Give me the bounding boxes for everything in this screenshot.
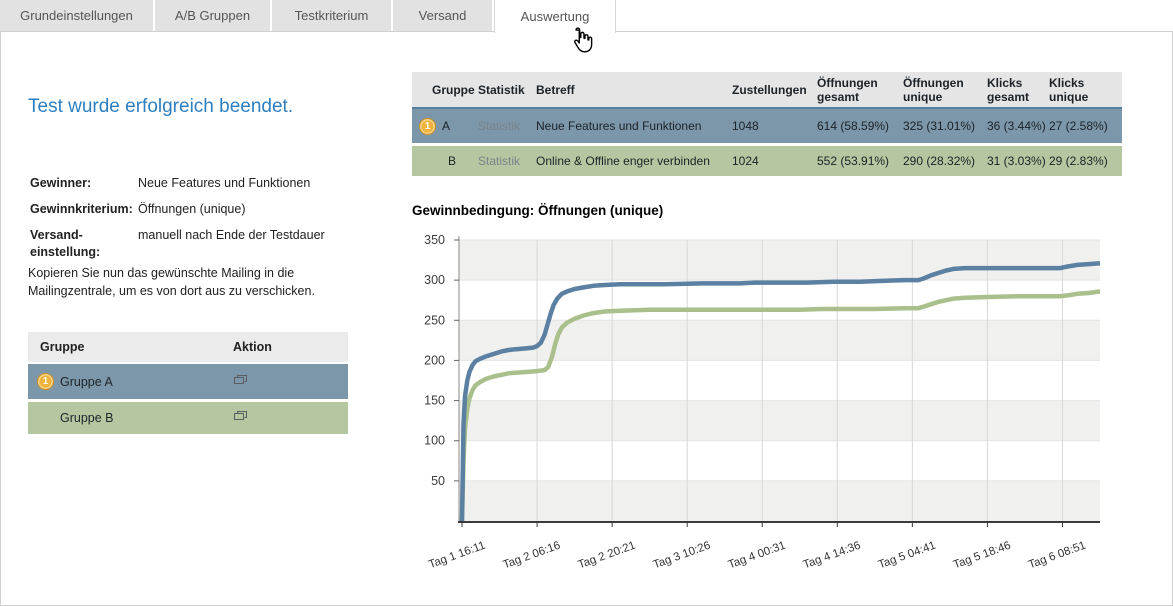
group-name: Gruppe A — [28, 375, 233, 389]
success-message: Test wurde erfolgreich beendet. — [28, 96, 293, 118]
column-header-gruppe: Gruppe — [412, 83, 478, 97]
svg-text:Tag 4 00:31: Tag 4 00:31 — [727, 540, 788, 572]
klicks-unique-cell: 27 (2.58%) — [1049, 119, 1122, 133]
zustellungen-cell: 1024 — [732, 154, 817, 168]
results-table: Gruppe Statistik Betreff Zustellungen Öf… — [412, 72, 1122, 179]
info-row-gewinnkriterium: Gewinnkriterium: Öffnungen (unique) — [30, 201, 352, 218]
oeffnungen-gesamt-cell: 552 (53.91%) — [817, 154, 903, 168]
klicks-unique-cell: 29 (2.83%) — [1049, 154, 1122, 168]
info-label: Gewinnkriterium: — [30, 201, 138, 218]
gruppe-cell: 1 A — [412, 118, 478, 135]
results-table-header: Gruppe Statistik Betreff Zustellungen Öf… — [412, 72, 1122, 109]
tab-ab-gruppen[interactable]: A/B Gruppen — [155, 0, 272, 31]
svg-text:50: 50 — [431, 474, 445, 488]
column-header-betreff: Betreff — [536, 83, 732, 97]
svg-text:Tag 2 06:16: Tag 2 06:16 — [501, 540, 562, 572]
info-label: Versand-einstellung: — [30, 227, 138, 261]
betreff-cell: Online & Offline enger verbinden — [536, 154, 732, 168]
group-name: Gruppe B — [28, 411, 233, 425]
gruppe-cell: B — [412, 154, 478, 168]
tab-testkriterium[interactable]: Testkriterium — [272, 0, 393, 31]
winner-medal-icon: 1 — [37, 373, 54, 390]
svg-text:Tag 5 04:41: Tag 5 04:41 — [877, 540, 938, 572]
info-value: manuell nach Ende der Testdauer — [138, 227, 325, 261]
copy-mailing-note: Kopieren Sie nun das gewünschte Mailing … — [28, 264, 352, 300]
group-letter: A — [442, 119, 450, 133]
group-row-b: Gruppe B — [28, 402, 348, 434]
svg-text:Tag 3 10:26: Tag 3 10:26 — [652, 540, 713, 572]
svg-text:Tag 6 08:51: Tag 6 08:51 — [1027, 540, 1088, 572]
svg-text:250: 250 — [424, 313, 445, 327]
tab-label: A/B Gruppen — [175, 8, 250, 23]
results-row-b: B Statistik Online & Offline enger verbi… — [412, 146, 1122, 176]
tab-label: Testkriterium — [295, 8, 369, 23]
info-value: Öffnungen (unique) — [138, 201, 246, 218]
info-row-versandeinstellung: Versand-einstellung: manuell nach Ende d… — [30, 227, 352, 261]
group-action-table: Gruppe Aktion 1 Gruppe A Gruppe B — [28, 332, 348, 437]
tab-versand[interactable]: Versand — [393, 0, 494, 31]
tab-label: Versand — [419, 8, 467, 23]
info-label: Gewinner: — [30, 175, 138, 192]
info-row-gewinner: Gewinner: Neue Features und Funktionen — [30, 175, 352, 192]
svg-text:300: 300 — [424, 273, 445, 287]
tab-label: Auswertung — [521, 9, 590, 24]
tab-auswertung[interactable]: Auswertung — [494, 0, 616, 33]
group-letter: B — [448, 154, 456, 168]
svg-text:Tag 2 20:21: Tag 2 20:21 — [577, 540, 638, 572]
svg-text:Tag 5 18:46: Tag 5 18:46 — [952, 540, 1013, 572]
winner-info: Gewinner: Neue Features und Funktionen G… — [30, 175, 352, 270]
tab-label: Grundeinstellungen — [20, 8, 133, 23]
openings-unique-line-chart: 50 100 150 200 250 300 350 Tag 1 16:11 Tag 2 06:… — [398, 225, 1173, 585]
column-header-klicks-gesamt: Klicksgesamt — [987, 76, 1049, 104]
betreff-cell: Neue Features und Funktionen — [536, 119, 732, 133]
svg-text:Tag 1 16:11: Tag 1 16:11 — [427, 540, 487, 572]
group-table-header: Gruppe Aktion — [28, 332, 348, 364]
column-header-gruppe: Gruppe — [28, 340, 233, 354]
chart-title: Gewinnbedingung: Öffnungen (unique) — [412, 203, 663, 218]
column-header-klicks-unique: Klicksunique — [1049, 76, 1122, 104]
column-header-oeffnungen-gesamt: Öffnungengesamt — [817, 76, 903, 104]
group-row-a: 1 Gruppe A — [28, 364, 348, 399]
svg-text:Tag 4 14:36: Tag 4 14:36 — [802, 540, 863, 572]
statistik-link[interactable]: Statistik — [478, 154, 536, 168]
ab-test-evaluation-page: Grundeinstellungen A/B Gruppen Testkrite… — [0, 0, 1173, 606]
zustellungen-cell: 1048 — [732, 119, 817, 133]
column-header-zustellungen: Zustellungen — [732, 83, 817, 97]
statistik-link[interactable]: Statistik — [478, 119, 536, 133]
results-row-a: 1 A Statistik Neue Features und Funktion… — [412, 109, 1122, 143]
svg-text:350: 350 — [424, 233, 445, 247]
svg-text:200: 200 — [424, 353, 445, 367]
column-header-statistik: Statistik — [478, 83, 536, 97]
svg-text:150: 150 — [424, 394, 445, 408]
info-value: Neue Features und Funktionen — [138, 175, 310, 192]
svg-text:100: 100 — [424, 434, 445, 448]
oeffnungen-gesamt-cell: 614 (58.59%) — [817, 119, 903, 133]
klicks-gesamt-cell: 36 (3.44%) — [987, 119, 1049, 133]
klicks-gesamt-cell: 31 (3.03%) — [987, 154, 1049, 168]
winner-medal-icon: 1 — [419, 118, 436, 135]
copy-to-mailing-center-icon[interactable] — [233, 410, 248, 426]
oeffnungen-unique-cell: 290 (28.32%) — [903, 154, 987, 168]
hand-cursor-icon — [567, 27, 593, 55]
copy-to-mailing-center-icon[interactable] — [233, 374, 248, 390]
chart-canvas: 50 100 150 200 250 300 350 Tag 1 16:11 Tag 2 06:… — [398, 225, 1173, 583]
column-header-oeffnungen-unique: Öffnungenunique — [903, 76, 987, 104]
oeffnungen-unique-cell: 325 (31.01%) — [903, 119, 987, 133]
column-header-aktion: Aktion — [233, 340, 272, 354]
tab-grundeinstellungen[interactable]: Grundeinstellungen — [0, 0, 155, 31]
